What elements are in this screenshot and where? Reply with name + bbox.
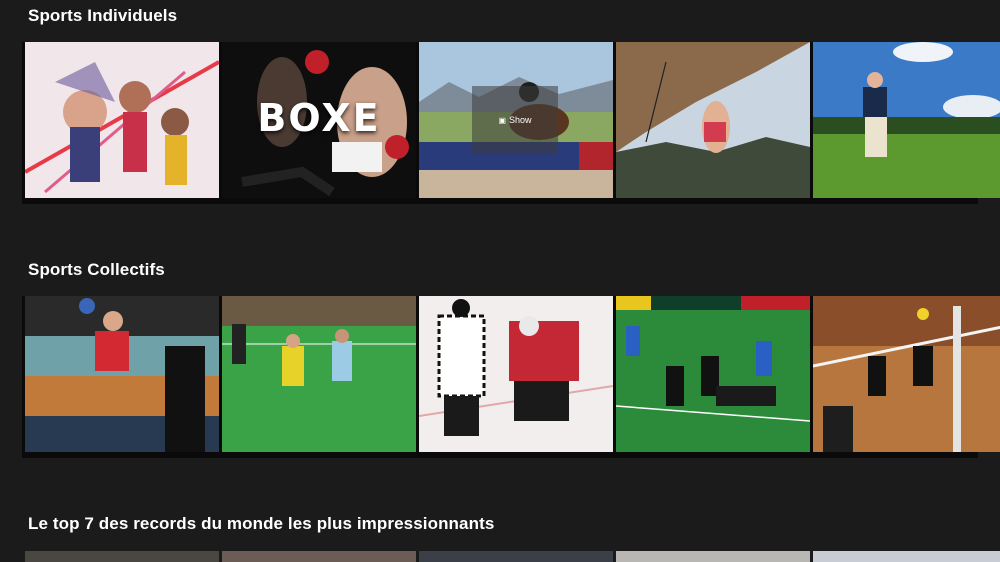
carousel-world-records [25, 551, 1000, 562]
tile-record-1[interactable] [25, 551, 219, 562]
carousel-individual-sports: BOXE ▣ Show [22, 42, 1000, 204]
tile-record-3[interactable] [419, 551, 613, 562]
tile-boxing[interactable]: BOXE [222, 42, 416, 198]
tile-caption: BOXE [257, 96, 381, 140]
section-title-individual-sports: Sports Individuels [28, 6, 178, 25]
tile-handball[interactable] [25, 296, 219, 452]
section-title-team-sports: Sports Collectifs [28, 260, 165, 279]
tile-golf[interactable] [813, 42, 1000, 198]
show-overlay-button[interactable]: ▣ Show [472, 86, 558, 154]
carousel-team-sports [22, 296, 1000, 458]
tile-equestrian[interactable]: ▣ Show [419, 42, 613, 198]
tile-record-5[interactable] [813, 551, 1000, 562]
tile-record-4[interactable] [616, 551, 810, 562]
tile-climbing[interactable] [616, 42, 810, 198]
tile-field-hockey[interactable] [222, 296, 416, 452]
tile-volleyball[interactable] [813, 296, 1000, 452]
section-title-world-records: Le top 7 des records du monde les plus i… [28, 514, 495, 533]
show-label: Show [509, 115, 532, 125]
tile-record-2[interactable] [222, 551, 416, 562]
play-icon: ▣ [498, 115, 507, 125]
tile-rugby[interactable] [616, 296, 810, 452]
tile-athletics[interactable] [25, 42, 219, 198]
tile-ice-hockey[interactable] [419, 296, 613, 452]
